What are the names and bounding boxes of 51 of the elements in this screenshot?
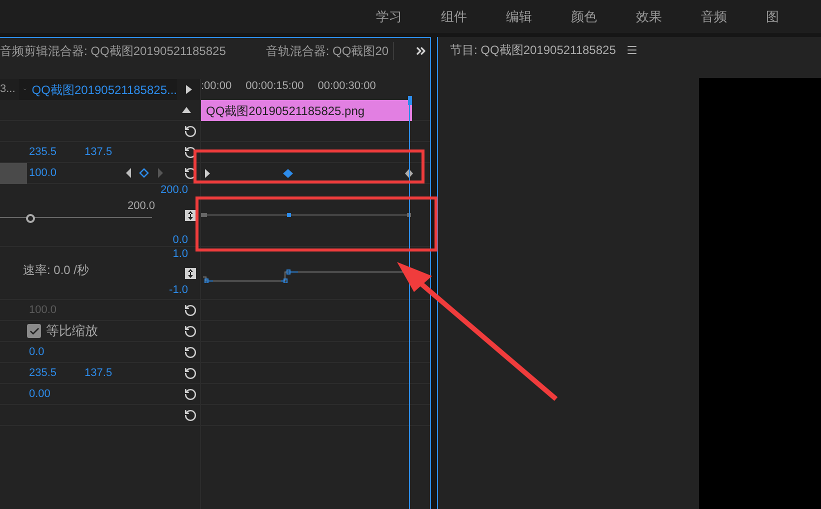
slider-track[interactable] [0, 214, 152, 221]
value-text[interactable]: 235.5 [29, 144, 57, 160]
max-value-text: 200.0 [160, 185, 188, 196]
reset-icon[interactable] [184, 366, 196, 380]
value-text[interactable]: 137.5 [84, 364, 112, 382]
reset-icon[interactable] [184, 324, 196, 338]
workspace-tab[interactable]: 效果 [636, 6, 662, 26]
min-value-text: -1.0 [169, 285, 188, 296]
value-text[interactable]: 0.00 [0, 386, 50, 402]
workspace-tab[interactable]: 颜色 [571, 6, 597, 26]
color-swatch [0, 162, 27, 184]
workspace-tab[interactable]: 音频 [701, 6, 727, 26]
workspace-tab[interactable]: 组件 [441, 6, 467, 26]
value-text[interactable]: 0.0 [0, 344, 44, 360]
time-ruler[interactable]: :00:00 00:00:15:00 00:00:30:00 [201, 79, 430, 100]
workspace-tab[interactable]: 编辑 [506, 6, 532, 26]
play-icon[interactable] [186, 85, 192, 94]
menu-icon[interactable] [626, 44, 638, 56]
timecode-text: 00:00:15:00 [246, 81, 304, 92]
check-icon [28, 326, 40, 336]
reset-icon[interactable] [184, 388, 196, 400]
reset-icon[interactable] [184, 124, 196, 138]
workspace-tab[interactable]: 学习 [376, 6, 402, 26]
panel-tab[interactable]: 音频剪辑混合器: QQ截图20190521185825 [0, 42, 226, 60]
panel-title: 节目: QQ截图20190521185825 [450, 42, 616, 59]
value-text[interactable]: 200.0 [127, 201, 155, 212]
more-panels-icon[interactable] [414, 44, 428, 58]
collapse-icon[interactable] [182, 107, 191, 113]
panel-tab[interactable]: 音轨混合器: QQ截图20 [266, 42, 394, 60]
slider-thumb[interactable] [26, 214, 36, 223]
timecode-text: :00:00 [201, 81, 232, 92]
clip-dropdown[interactable]: QQ截图20190521185825... [19, 79, 177, 100]
checkbox[interactable] [27, 324, 41, 338]
value-text[interactable]: 100.0 [27, 164, 57, 182]
workspace-tab[interactable]: 图 [766, 6, 779, 26]
timecode-text: 00:00:30:00 [318, 81, 376, 92]
expand-icon[interactable] [184, 210, 196, 220]
expand-icon[interactable] [184, 268, 196, 278]
max-value-text: 1.0 [172, 249, 188, 260]
min-value-text: 0.0 [172, 235, 188, 246]
reset-icon[interactable] [184, 408, 196, 422]
reset-icon[interactable] [184, 166, 196, 180]
value-text[interactable]: 235.5 [29, 364, 57, 382]
reset-icon[interactable] [184, 346, 196, 358]
checkbox-label: 等比缩放 [46, 322, 98, 340]
source-text[interactable]: 3... [0, 81, 19, 98]
value-text[interactable]: 137.5 [84, 144, 112, 160]
velocity-text: 速率: 0.0 /秒 [22, 264, 90, 276]
reset-icon[interactable] [184, 304, 196, 316]
reset-icon[interactable] [184, 146, 196, 158]
clip-bar[interactable]: QQ截图20190521185825.png [201, 100, 412, 121]
